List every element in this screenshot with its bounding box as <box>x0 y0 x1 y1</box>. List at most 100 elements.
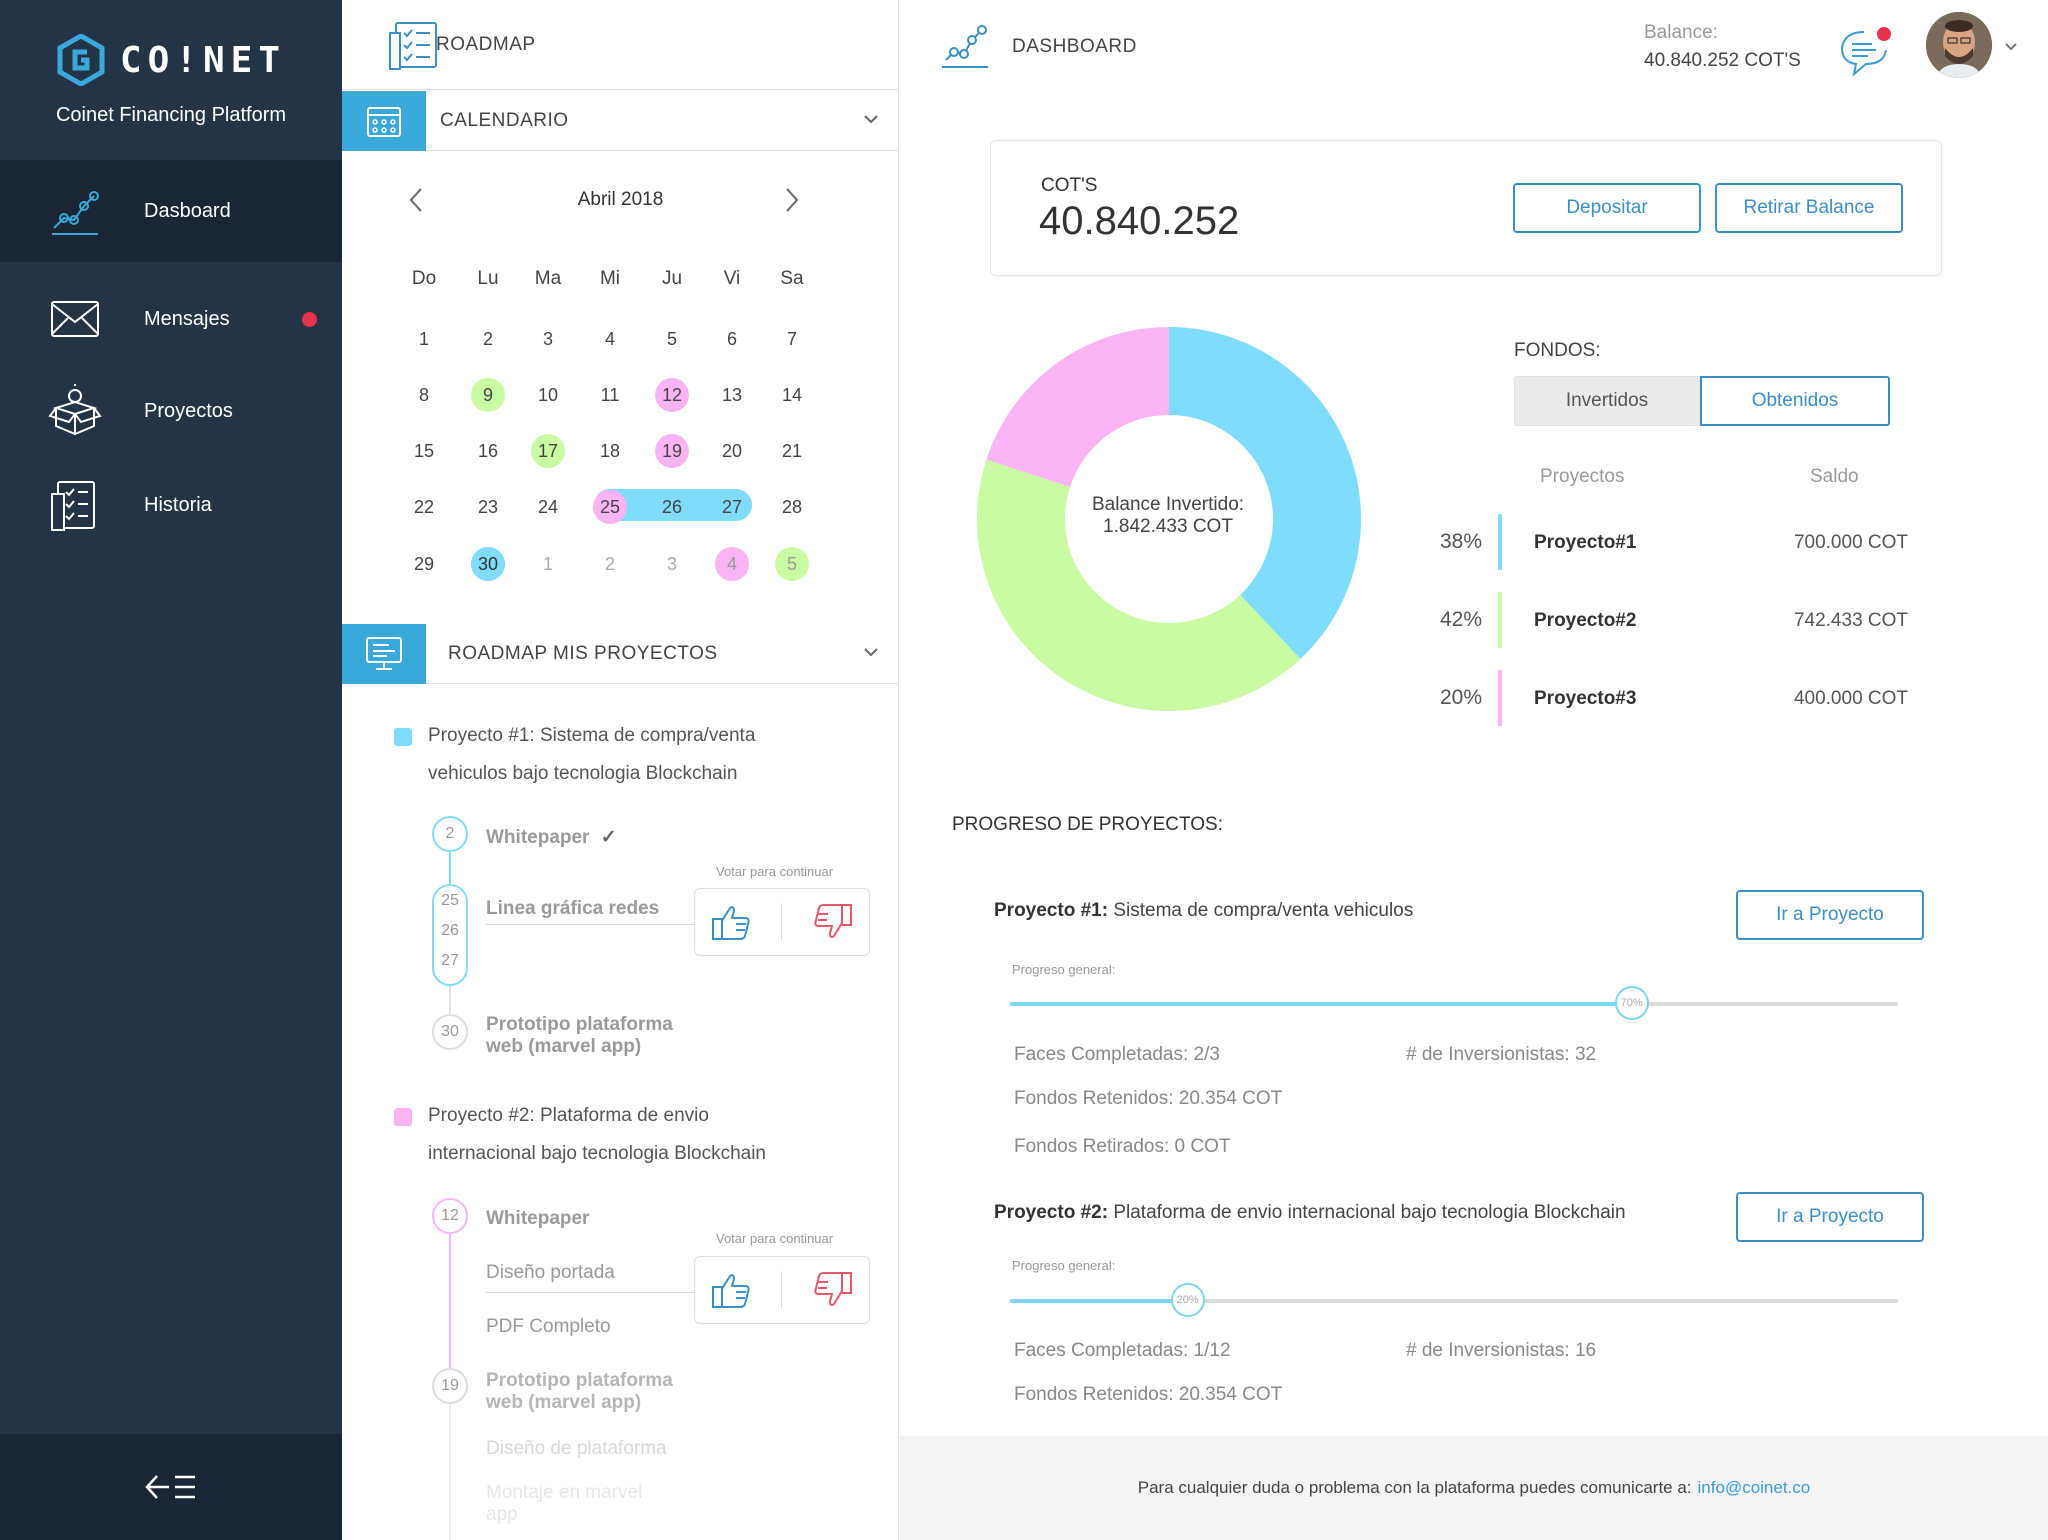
support-email-link[interactable]: info@coinet.co <box>1698 1478 1811 1498</box>
calendar-day[interactable]: 5 <box>655 322 689 356</box>
brand-subtitle: Coinet Financing Platform <box>55 104 287 126</box>
calendar-grid: Do Lu Ma Mi Ju Vi Sa 1 2 3 4 5 6 7 8 9 10 11 12 13 14 15 16 17 1… <box>342 0 898 620</box>
calendar-day[interactable]: 15 <box>407 434 441 468</box>
page-title: DASHBOARD <box>1012 36 1137 57</box>
calendar-day[interactable]: 19 <box>655 434 689 468</box>
sidebar-item-label: Mensajes <box>144 307 230 330</box>
dashboard-main: DASHBOARD Balance: 40.840.252 COT'S COT'… <box>900 0 2048 1540</box>
step-label: Whitepaper ✓ <box>486 827 617 848</box>
calendar-day[interactable]: 13 <box>715 378 749 412</box>
brand: CO!NET Coinet Financing Platform <box>0 0 342 160</box>
step-date-circle: 19 <box>432 1368 468 1404</box>
calendar-day[interactable]: 1 <box>407 322 441 356</box>
calendar-day[interactable]: 29 <box>407 547 441 581</box>
notification-badge <box>302 311 317 327</box>
calendar-day[interactable]: 20 <box>715 434 749 468</box>
chevron-down-icon[interactable] <box>2004 42 2018 52</box>
deposit-button[interactable]: Depositar <box>1513 183 1701 233</box>
funds-label: FONDOS: <box>1514 340 1601 361</box>
calendar-day[interactable]: 2 <box>471 322 505 356</box>
go-to-project-button[interactable]: Ir a Proyecto <box>1736 890 1924 940</box>
calendar-day[interactable]: 4 <box>593 322 627 356</box>
step-label: PDF Completo <box>486 1316 611 1337</box>
thumbs-up-icon[interactable] <box>710 1270 752 1310</box>
funds-saldo: 742.433 COT <box>1793 610 1909 631</box>
dashboard-chart-icon <box>942 25 988 68</box>
funds-row: 42% Proyecto#2 742.433 COT <box>1430 592 1930 650</box>
progress-knob[interactable]: 70% <box>1614 986 1649 1020</box>
footer-text: Para cualquier duda o problema con la pl… <box>1137 1478 1692 1497</box>
calendar-day[interactable]: 3 <box>655 547 689 581</box>
funds-saldo: 400.000 COT <box>1793 688 1909 709</box>
projects-roadmap-title: ROADMAP MIS PROYECTOS <box>448 642 718 664</box>
step-date-circle: 12 <box>432 1198 468 1234</box>
calendar-day[interactable]: 8 <box>407 378 441 412</box>
user-avatar-icon <box>1926 12 1992 78</box>
calendar-day[interactable]: 22 <box>407 490 441 524</box>
calendar-day[interactable]: 14 <box>775 378 809 412</box>
progress-project-name: Proyecto #2: Plataforma de envio interna… <box>994 1202 1626 1223</box>
project-color-square <box>394 728 412 746</box>
calendar-day[interactable]: 10 <box>531 378 565 412</box>
toggle-obtained[interactable]: Obtenidos <box>1700 376 1890 426</box>
balance-value: 40.840.252 COT'S <box>1644 50 1801 71</box>
funds-row: 38% Proyecto#1 700.000 COT <box>1430 514 1930 572</box>
withdraw-balance-button[interactable]: Retirar Balance <box>1715 183 1903 233</box>
chevron-down-icon[interactable] <box>863 646 879 658</box>
funds-retained: Fondos Retenidos: 20.354 COT <box>1014 1384 1283 1405</box>
thumbs-up-icon[interactable] <box>710 902 752 942</box>
sidebar-item-proyectos[interactable]: Proyectos <box>0 360 342 462</box>
sidebar-item-dashboard[interactable]: Dasboard <box>0 160 342 262</box>
calendar-day[interactable]: 28 <box>775 490 809 524</box>
sidebar-item-mensajes[interactable]: Mensajes <box>0 268 342 370</box>
calendar-day[interactable]: 5 <box>775 547 809 581</box>
sidebar-item-historia[interactable]: Historia <box>0 454 342 556</box>
thumbs-down-icon[interactable] <box>812 1270 854 1310</box>
go-to-project-button[interactable]: Ir a Proyecto <box>1736 1192 1924 1242</box>
calendar-day[interactable]: 24 <box>531 490 565 524</box>
funds-pct: 38% <box>1439 530 1482 553</box>
funds-retained: Fondos Retenidos: 20.354 COT <box>1014 1088 1283 1109</box>
calendar-day[interactable]: 6 <box>715 322 749 356</box>
calendar-day[interactable]: 2 <box>593 547 627 581</box>
calendar-day[interactable]: 16 <box>471 434 505 468</box>
phases-completed: Faces Completadas: 2/3 <box>1014 1044 1220 1065</box>
calendar-weekday: Ju <box>661 268 683 289</box>
calendar-day[interactable]: 4 <box>715 547 749 581</box>
calendar-day[interactable]: 12 <box>655 378 689 412</box>
calendar-day[interactable]: 26 <box>655 490 689 524</box>
avatar[interactable] <box>1926 12 1992 78</box>
calendar-day[interactable]: 18 <box>593 434 627 468</box>
funds-project-name: Proyecto#3 <box>1534 688 1637 709</box>
footer: Para cualquier duda o problema con la pl… <box>900 1436 2048 1540</box>
chat-icon[interactable] <box>1838 26 1894 78</box>
check-icon: ✓ <box>600 827 617 848</box>
collapse-sidebar-button[interactable] <box>0 1434 342 1540</box>
balance-card-value: 40.840.252 <box>1039 199 1240 243</box>
donut-slice-proyecto-3 <box>986 327 1169 487</box>
calendar-day[interactable]: 25 <box>593 490 627 524</box>
calendar-day[interactable]: 7 <box>775 322 809 356</box>
progress-knob[interactable]: 20% <box>1170 1283 1205 1317</box>
calendar-day[interactable]: 9 <box>471 378 505 412</box>
box-bulb-icon <box>48 384 102 436</box>
investors-count: # de Inversionistas: 32 <box>1406 1044 1597 1065</box>
calendar-day[interactable]: 27 <box>715 490 749 524</box>
calendar-day[interactable]: 23 <box>471 490 505 524</box>
calendar-day[interactable]: 3 <box>531 322 565 356</box>
thumbs-down-icon[interactable] <box>812 902 854 942</box>
step-label: Prototipo plataforma web (marvel app) <box>486 1370 673 1413</box>
calendar-day[interactable]: 17 <box>531 434 565 468</box>
projects-roadmap-header[interactable]: ROADMAP MIS PROYECTOS <box>342 623 898 684</box>
funds-color-bar <box>1498 514 1502 570</box>
step-date-circle: 2 <box>432 816 468 852</box>
calendar-day[interactable]: 11 <box>593 378 627 412</box>
funds-color-bar <box>1498 670 1502 726</box>
calendar-day[interactable]: 21 <box>775 434 809 468</box>
calendar-day[interactable]: 1 <box>531 547 565 581</box>
funds-project-name: Proyecto#2 <box>1534 610 1637 631</box>
step-label: Whitepaper <box>486 1208 590 1229</box>
calendar-day[interactable]: 30 <box>471 547 505 581</box>
toggle-invested[interactable]: Invertidos <box>1514 376 1700 426</box>
step-date-circle: 30 <box>432 1014 468 1050</box>
